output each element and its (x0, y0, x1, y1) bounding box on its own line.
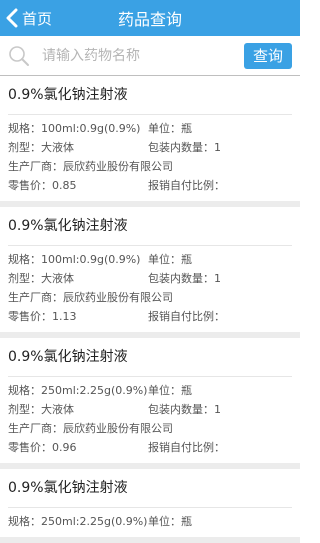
chevron-left-icon (6, 8, 18, 28)
drug-spec: 规格：100ml:0.9g(0.9%) (8, 122, 141, 135)
list-item[interactable]: 0.9%氯化钠注射液 规格：100ml:0.9g(0.9%) 单位：瓶 剂型：大… (0, 76, 300, 207)
drug-pack-qty: 包装内数量：1 (148, 141, 221, 154)
drug-name: 0.9%氯化钠注射液 (8, 76, 292, 115)
drug-spec: 规格：100ml:0.9g(0.9%) (8, 253, 141, 266)
back-button[interactable]: 首页 (6, 0, 52, 36)
drug-copay-ratio: 报销自付比例： (148, 441, 225, 454)
drug-form: 剂型：大液体 (8, 141, 74, 154)
drug-name: 0.9%氯化钠注射液 (8, 469, 292, 508)
drug-unit: 单位：瓶 (148, 515, 192, 528)
drug-retail-price: 零售价：0.85 (8, 179, 77, 192)
list-item[interactable]: 0.9%氯化钠注射液 规格：100ml:0.9g(0.9%) 单位：瓶 剂型：大… (0, 207, 300, 338)
drug-manufacturer: 生产厂商：辰欣药业股份有限公司 (8, 160, 173, 173)
list-item[interactable]: 0.9%氯化钠注射液 规格：250ml:2.25g(0.9%) 单位：瓶 剂型：… (0, 338, 300, 469)
drug-retail-price: 零售价：1.13 (8, 310, 77, 323)
drug-pack-qty: 包装内数量：1 (148, 272, 221, 285)
query-button[interactable]: 查询 (244, 42, 292, 69)
drug-copay-ratio: 报销自付比例： (148, 179, 225, 192)
drug-form: 剂型：大液体 (8, 403, 74, 416)
search-input[interactable] (40, 46, 244, 65)
drug-list: 0.9%氯化钠注射液 规格：100ml:0.9g(0.9%) 单位：瓶 剂型：大… (0, 76, 300, 543)
drug-retail-price: 零售价：0.96 (8, 441, 77, 454)
drug-unit: 单位：瓶 (148, 122, 192, 135)
search-icon (9, 45, 29, 66)
drug-manufacturer: 生产厂商：辰欣药业股份有限公司 (8, 291, 173, 304)
drug-name: 0.9%氯化钠注射液 (8, 207, 292, 246)
drug-unit: 单位：瓶 (148, 253, 192, 266)
search-bar: 查询 (0, 36, 300, 76)
drug-name: 0.9%氯化钠注射液 (8, 338, 292, 377)
drug-form: 剂型：大液体 (8, 272, 74, 285)
drug-pack-qty: 包装内数量：1 (148, 403, 221, 416)
page-title: 药品查询 (117, 10, 182, 29)
drug-spec: 规格：250ml:2.25g(0.9%) (8, 515, 148, 528)
drug-copay-ratio: 报销自付比例： (148, 310, 225, 323)
drug-unit: 单位：瓶 (148, 384, 192, 397)
top-bar: 首页 药品查询 (0, 0, 300, 36)
drug-spec: 规格：250ml:2.25g(0.9%) (8, 384, 148, 397)
back-label: 首页 (22, 9, 53, 28)
drug-manufacturer: 生产厂商：辰欣药业股份有限公司 (8, 422, 173, 435)
